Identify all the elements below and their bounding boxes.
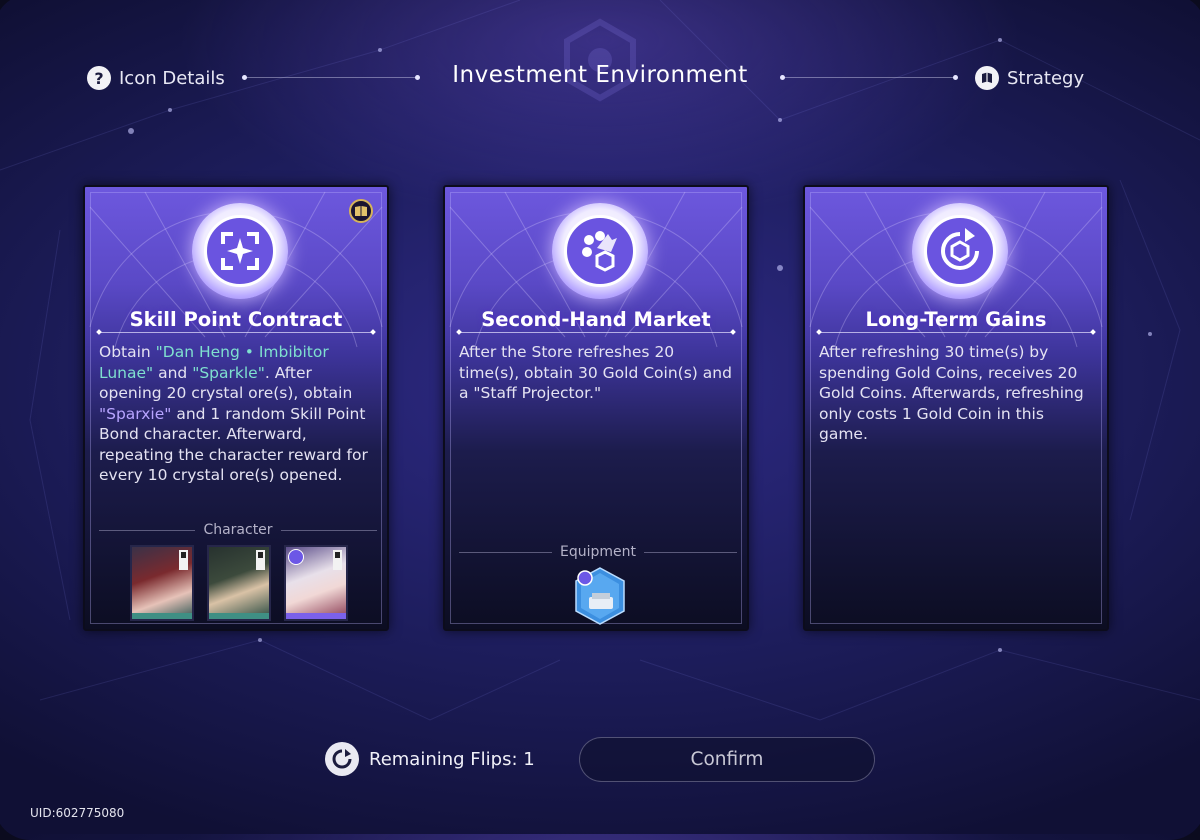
desc-highlight-sparxie: "Sparxie" — [99, 404, 172, 423]
equipment-section-label: Equipment — [560, 544, 636, 560]
card-second-hand-market[interactable]: Second-Hand Market After the Store refre… — [443, 185, 749, 631]
character-section-header: Character — [99, 521, 377, 539]
sparkle-portrait[interactable] — [130, 545, 194, 621]
strategy-link[interactable]: Strategy — [975, 66, 1084, 90]
remaining-flips: Remaining Flips: 1 — [325, 742, 535, 776]
header-divider-right — [780, 75, 958, 80]
clock-icon — [288, 549, 304, 565]
sparkle-star-icon — [204, 215, 276, 287]
card-long-term-gains[interactable]: Long-Term Gains After refreshing 30 time… — [803, 185, 1109, 631]
book-circle-icon — [975, 66, 999, 90]
top-bar: ? Icon Details Investment Environment St… — [0, 60, 1200, 96]
market-icon — [564, 215, 636, 287]
card-emblem — [552, 203, 648, 299]
equipment-section-header: Equipment — [459, 543, 737, 561]
card-description: Obtain "Dan Heng • Imbibitor Lunae" and … — [99, 342, 375, 486]
refresh-coin-icon — [924, 215, 996, 287]
character-section-label: Character — [203, 522, 273, 538]
dan-heng-portrait[interactable] — [207, 545, 271, 621]
desc-highlight-sparkle: "Sparkle" — [192, 363, 265, 382]
card-title: Long-Term Gains — [865, 308, 1047, 331]
title-divider — [459, 332, 733, 333]
uid-label: UID:602775080 — [30, 806, 125, 820]
card-description: After the Store refreshes 20 time(s), ob… — [459, 343, 732, 402]
card-emblem — [192, 203, 288, 299]
flip-icon — [325, 742, 359, 776]
desc-text: and — [153, 363, 193, 382]
staff-projector-icon[interactable] — [571, 567, 629, 625]
sparxie-portrait[interactable] — [284, 545, 348, 621]
card-emblem — [912, 203, 1008, 299]
title-divider — [819, 332, 1093, 333]
strategy-label: Strategy — [1007, 67, 1085, 89]
card-description: After refreshing 30 time(s) by spending … — [819, 343, 1084, 443]
confirm-button[interactable]: Confirm — [579, 737, 875, 782]
remaining-flips-label: Remaining Flips: 1 — [369, 748, 535, 770]
book-badge-icon[interactable] — [349, 199, 373, 223]
title-divider — [99, 332, 373, 333]
card-title: Second-Hand Market — [481, 308, 711, 331]
desc-text: Obtain — [99, 343, 156, 361]
card-title: Skill Point Contract — [129, 308, 343, 331]
card-skill-point-contract[interactable]: Skill Point Contract Obtain "Dan Heng • … — [83, 185, 389, 631]
